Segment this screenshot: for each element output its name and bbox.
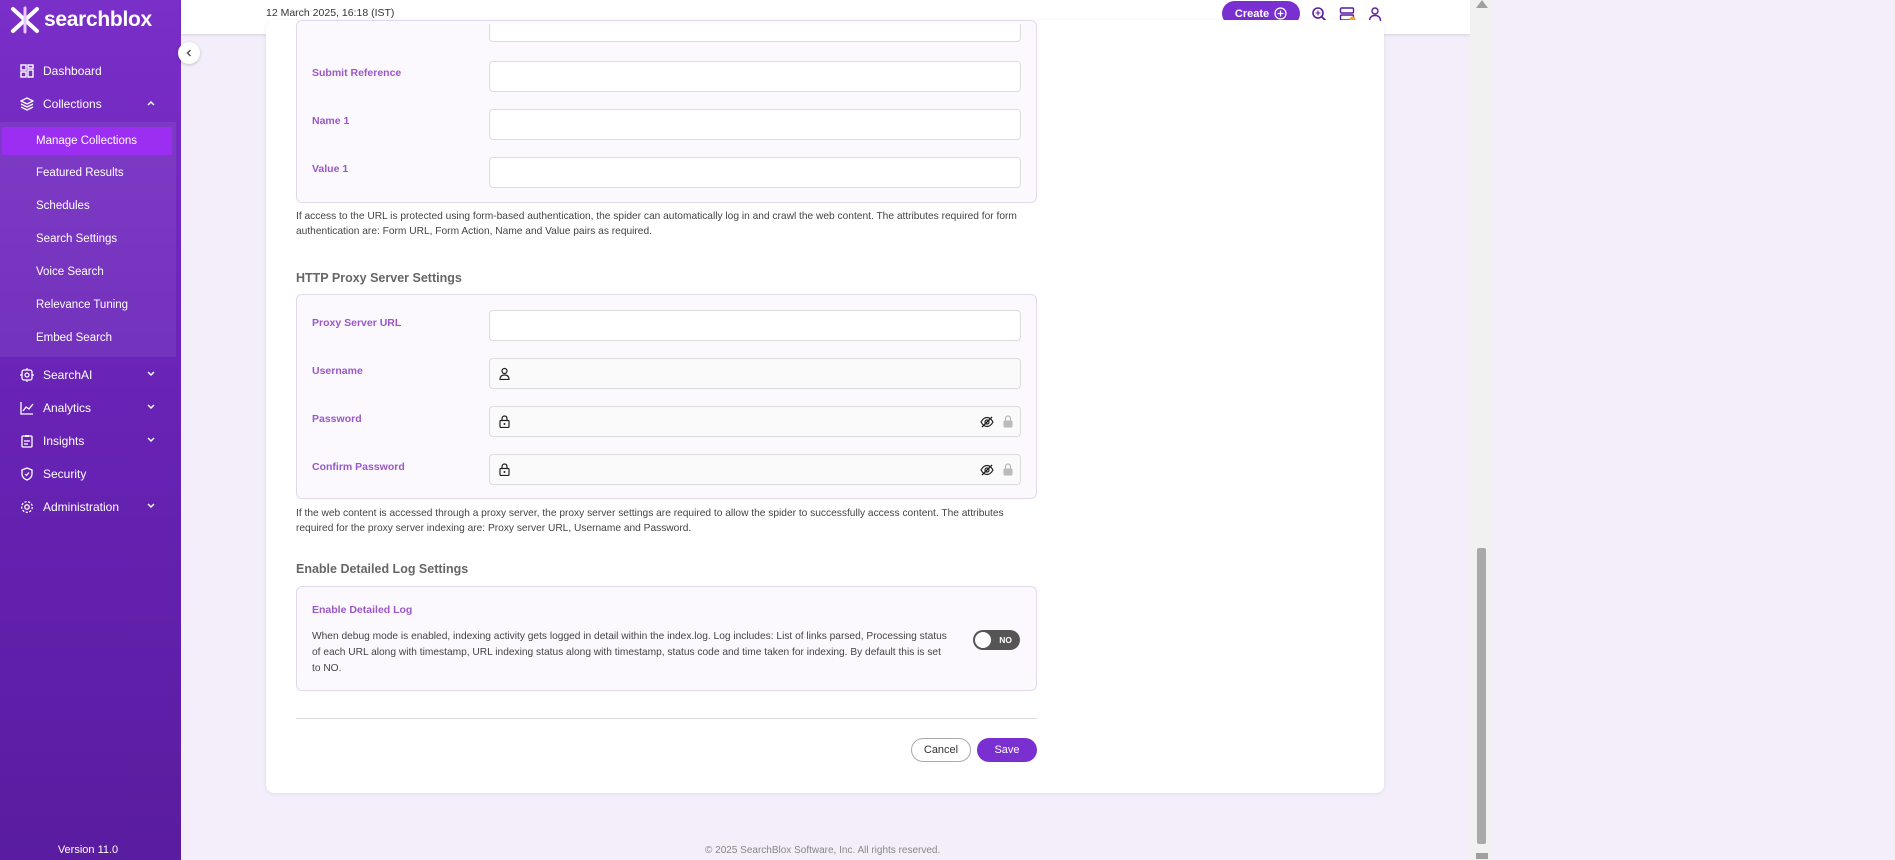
footer-copyright: © 2025 SearchBlox Software, Inc. All rig… xyxy=(705,845,941,856)
datetime-label: 12 March 2025, 16:18 (IST) xyxy=(266,7,395,19)
cancel-button[interactable]: Cancel xyxy=(911,738,971,762)
sidebar-item-analytics[interactable]: Analytics xyxy=(0,396,176,420)
sidebar-item-label: Administration xyxy=(43,500,120,514)
lock-icon xyxy=(499,415,510,428)
sidebar-item-label: Analytics xyxy=(43,401,92,415)
sidebar-subitem-manage-collections[interactable]: Manage Collections xyxy=(2,127,172,155)
chart-icon xyxy=(19,400,35,416)
sidebar-item-label: Collections xyxy=(43,97,102,111)
divider xyxy=(296,718,1037,719)
collapse-sidebar-button[interactable] xyxy=(178,42,200,64)
chevron-down-icon xyxy=(147,371,155,377)
lock-icon xyxy=(499,463,510,476)
toggle-state-label: NO xyxy=(999,635,1012,645)
submit-reference-input[interactable] xyxy=(489,61,1021,92)
form-auth-help: If access to the URL is protected using … xyxy=(296,211,1017,237)
sidebar-item-security[interactable]: Security xyxy=(0,462,176,486)
name1-label: Name 1 xyxy=(312,115,350,127)
proxy-url-input[interactable] xyxy=(489,310,1021,341)
detailed-log-toggle[interactable]: NO xyxy=(973,630,1020,650)
sidebar-subitem-search-settings[interactable]: Search Settings xyxy=(36,233,117,245)
layers-icon xyxy=(19,96,35,112)
sidebar-item-searchai[interactable]: SearchAI xyxy=(0,363,176,387)
create-button-label: Create xyxy=(1234,7,1270,20)
eye-off-icon[interactable] xyxy=(980,463,994,477)
chevron-up-icon xyxy=(147,100,155,106)
value1-label: Value 1 xyxy=(312,163,349,175)
chevron-down-icon xyxy=(147,404,155,410)
sidebar-item-label: Dashboard xyxy=(43,64,102,78)
dashboard-icon xyxy=(19,63,35,79)
searchblox-logo-icon xyxy=(11,6,39,34)
scroll-up-arrow-icon[interactable] xyxy=(1476,0,1488,8)
password-input[interactable] xyxy=(489,406,1021,437)
scroll-down-arrow-icon[interactable] xyxy=(1476,853,1488,859)
sidebar-item-label: Insights xyxy=(43,434,85,448)
proxy-section-title: HTTP Proxy Server Settings xyxy=(296,271,462,285)
toggle-knob xyxy=(975,632,991,648)
sidebar-subitem-featured-results[interactable]: Featured Results xyxy=(36,167,124,179)
lock-icon xyxy=(1003,463,1013,476)
save-button[interactable]: Save xyxy=(977,738,1037,762)
username-input[interactable] xyxy=(489,358,1021,389)
sidebar-subitem-relevance-tuning[interactable]: Relevance Tuning xyxy=(36,299,128,311)
proxy-url-label: Proxy Server URL xyxy=(312,317,402,329)
sidebar: searchblox Dashboard Collections Manage … xyxy=(0,0,181,860)
log-section-title: Enable Detailed Log Settings xyxy=(296,562,469,576)
form-action-input[interactable] xyxy=(489,24,1021,42)
confirm-password-input[interactable] xyxy=(489,454,1021,485)
ai-icon xyxy=(19,367,35,383)
chevron-down-icon xyxy=(147,503,155,509)
brand-name: searchblox xyxy=(44,8,152,31)
sidebar-item-dashboard[interactable]: Dashboard xyxy=(0,59,176,83)
sidebar-subitem-embed-search[interactable]: Embed Search xyxy=(36,332,112,344)
log-description: When debug mode is enabled, indexing act… xyxy=(312,631,947,674)
lock-icon xyxy=(1003,415,1013,428)
name1-input[interactable] xyxy=(489,109,1021,140)
brand-logo[interactable]: searchblox xyxy=(10,6,152,34)
proxy-help: If the web content is accessed through a… xyxy=(296,508,1004,534)
sidebar-item-insights[interactable]: Insights xyxy=(0,429,176,453)
clipboard-icon xyxy=(19,433,35,449)
plus-circle-icon xyxy=(1274,7,1287,20)
sidebar-item-label: Security xyxy=(43,467,87,481)
sidebar-subitem-voice-search[interactable]: Voice Search xyxy=(36,266,104,278)
password-label: Password xyxy=(312,413,362,425)
username-label: Username xyxy=(312,365,363,377)
scrollbar-thumb[interactable] xyxy=(1477,548,1486,844)
enable-log-label: Enable Detailed Log xyxy=(312,604,413,616)
chevron-left-icon xyxy=(186,49,192,57)
chevron-down-icon xyxy=(147,437,155,443)
shield-icon xyxy=(19,466,35,482)
eye-off-icon[interactable] xyxy=(980,415,994,429)
sidebar-item-collections[interactable]: Collections xyxy=(0,92,176,116)
sidebar-subitem-schedules[interactable]: Schedules xyxy=(36,200,90,212)
gear-icon xyxy=(19,499,35,515)
confirm-password-label: Confirm Password xyxy=(312,461,405,473)
user-icon xyxy=(499,367,510,380)
sidebar-item-administration[interactable]: Administration xyxy=(0,495,176,519)
sidebar-item-label: SearchAI xyxy=(43,368,93,382)
version-label: Version 11.0 xyxy=(57,844,119,856)
value1-input[interactable] xyxy=(489,157,1021,188)
submit-reference-label: Submit Reference xyxy=(312,67,402,79)
